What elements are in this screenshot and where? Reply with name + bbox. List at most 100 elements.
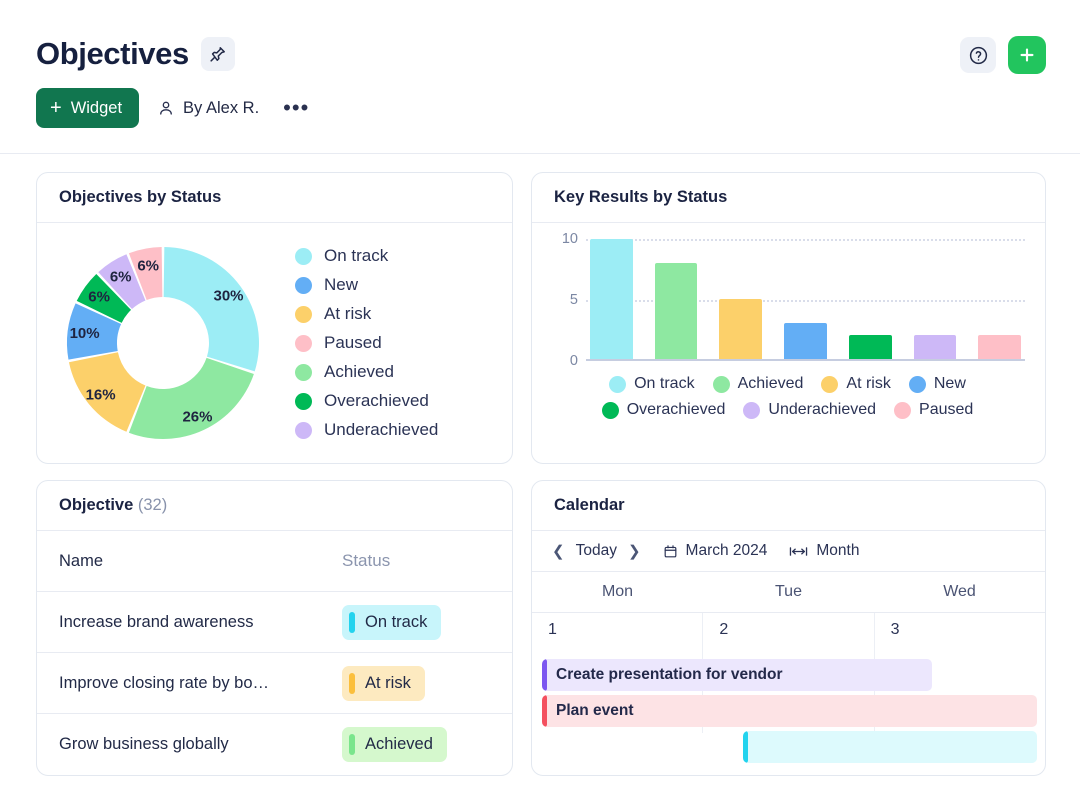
cell-status[interactable]: On track xyxy=(342,605,490,640)
legend-color-dot xyxy=(821,376,838,393)
widget-objective-table: Objective (32) Name Status Increase bran… xyxy=(36,480,513,776)
bar-legend-item[interactable]: Achieved xyxy=(713,375,804,393)
donut-legend-item[interactable]: Achieved xyxy=(295,362,438,382)
donut-slice-label: 30% xyxy=(214,287,244,304)
status-label: On track xyxy=(365,613,427,632)
donut-legend-item[interactable]: Paused xyxy=(295,333,438,353)
page-title: Objectives xyxy=(36,36,189,72)
bar-on-track[interactable] xyxy=(590,239,633,359)
donut-legend-item[interactable]: Overachieved xyxy=(295,391,438,411)
month-selector[interactable]: March 2024 xyxy=(663,542,768,560)
legend-color-dot xyxy=(894,402,911,419)
legend-color-dot xyxy=(295,393,312,410)
actions-row: + Widget By Alex R. ••• xyxy=(0,72,1080,128)
calendar-event[interactable]: Create presentation for vendor xyxy=(542,659,932,691)
bar-chart-body: 10 5 0 On track Achieved At risk New Overach… xyxy=(532,223,1045,463)
bar-legend-item[interactable]: Overachieved xyxy=(602,401,726,419)
legend-color-dot xyxy=(295,364,312,381)
donut-legend-item[interactable]: New xyxy=(295,275,438,295)
status-accent-bar xyxy=(349,734,355,755)
cell-status[interactable]: Achieved xyxy=(342,727,490,762)
legend-label: Achieved xyxy=(738,375,804,393)
bar-legend-row: Overachieved Underachieved Paused xyxy=(602,401,974,419)
pin-icon xyxy=(208,45,227,64)
donut-slice-label: 26% xyxy=(182,408,212,425)
donut-slice-label: 16% xyxy=(86,387,116,404)
donut-slice-label: 6% xyxy=(137,257,159,274)
bar-new[interactable] xyxy=(784,323,827,359)
column-header-name[interactable]: Name xyxy=(59,552,342,571)
help-button[interactable] xyxy=(960,37,996,73)
calendar-day-name: Mon xyxy=(532,572,703,612)
bar-legend-item[interactable]: Paused xyxy=(894,401,973,419)
x-axis-line xyxy=(586,359,1025,361)
person-icon xyxy=(157,99,175,117)
legend-color-dot xyxy=(602,402,619,419)
event-accent-bar xyxy=(542,659,547,691)
view-selector[interactable]: Month xyxy=(789,542,859,560)
bar-legend-item[interactable]: At risk xyxy=(821,375,890,393)
donut-slice[interactable] xyxy=(129,358,254,439)
donut-chart: 30%26%16%10%6%6%6% xyxy=(43,233,293,453)
donut-slice[interactable] xyxy=(164,247,259,371)
pin-button[interactable] xyxy=(201,37,235,71)
bar-paused[interactable] xyxy=(978,335,1021,359)
donut-legend-item[interactable]: At risk xyxy=(295,304,438,324)
table-body: Increase brand awareness On track Improv… xyxy=(37,592,512,775)
y-tick-5: 5 xyxy=(552,292,578,308)
donut-legend-item[interactable]: On track xyxy=(295,246,438,266)
bar-underachieved[interactable] xyxy=(914,335,957,359)
legend-color-dot xyxy=(909,376,926,393)
bar-chart-legend: On track Achieved At risk New Overachieved Un… xyxy=(550,375,1025,419)
table-header-row: Name Status xyxy=(37,531,512,592)
legend-label: Underachieved xyxy=(768,401,876,419)
bar-legend-item[interactable]: On track xyxy=(609,375,694,393)
prev-period-button[interactable]: ❮ xyxy=(552,542,565,560)
legend-color-dot xyxy=(295,248,312,265)
owner-filter[interactable]: By Alex R. xyxy=(157,99,259,118)
bar-legend-item[interactable]: Underachieved xyxy=(743,401,876,419)
today-button[interactable]: Today xyxy=(576,542,617,560)
legend-label: Overachieved xyxy=(324,391,429,411)
add-button[interactable] xyxy=(1008,36,1046,74)
bar-legend-item[interactable]: New xyxy=(909,375,966,393)
table-row[interactable]: Increase brand awareness On track xyxy=(37,592,512,653)
title-row: Objectives xyxy=(0,0,1080,72)
status-label: At risk xyxy=(365,674,411,693)
column-header-status[interactable]: Status xyxy=(342,551,490,571)
donut-svg: 30%26%16%10%6%6%6% xyxy=(43,233,293,453)
top-right-actions xyxy=(960,36,1046,74)
dashboard-grid: Objectives by Status 30%26%16%10%6%6%6% … xyxy=(0,154,1080,776)
owner-filter-label: By Alex R. xyxy=(183,99,259,118)
calendar-event[interactable]: Plan event xyxy=(542,695,1037,727)
bar-achieved[interactable] xyxy=(655,263,698,359)
cell-name: Improve closing rate by bo… xyxy=(59,674,342,693)
calendar-day-name: Wed xyxy=(874,572,1045,612)
bar-at-risk[interactable] xyxy=(719,299,762,359)
donut-legend-item[interactable]: Underachieved xyxy=(295,420,438,440)
legend-label: Overachieved xyxy=(627,401,726,419)
objective-title-text: Objective xyxy=(59,496,133,514)
add-widget-button[interactable]: + Widget xyxy=(36,88,139,128)
y-tick-0: 0 xyxy=(552,353,578,369)
status-badge[interactable]: On track xyxy=(342,605,441,640)
donut-slice-label: 6% xyxy=(110,268,132,285)
cell-name: Increase brand awareness xyxy=(59,613,342,632)
calendar-grid: 123 Create presentation for vendor Plan … xyxy=(532,613,1045,733)
legend-color-dot xyxy=(295,335,312,352)
calendar-event[interactable] xyxy=(743,731,1037,763)
more-options-button[interactable]: ••• xyxy=(277,101,315,114)
donut-slice-label: 6% xyxy=(88,289,110,306)
table-row[interactable]: Grow business globally Achieved xyxy=(37,714,512,775)
y-tick-10: 10 xyxy=(552,231,578,247)
legend-color-dot xyxy=(295,306,312,323)
donut-chart-body: 30%26%16%10%6%6%6% On track New At risk … xyxy=(37,223,512,463)
cell-name: Grow business globally xyxy=(59,735,342,754)
cell-status[interactable]: At risk xyxy=(342,666,490,701)
event-title: Create presentation for vendor xyxy=(556,666,783,684)
status-badge[interactable]: At risk xyxy=(342,666,425,701)
bar-overachieved[interactable] xyxy=(849,335,892,359)
table-row[interactable]: Improve closing rate by bo… At risk xyxy=(37,653,512,714)
next-period-button[interactable]: ❯ xyxy=(628,542,641,560)
status-badge[interactable]: Achieved xyxy=(342,727,447,762)
